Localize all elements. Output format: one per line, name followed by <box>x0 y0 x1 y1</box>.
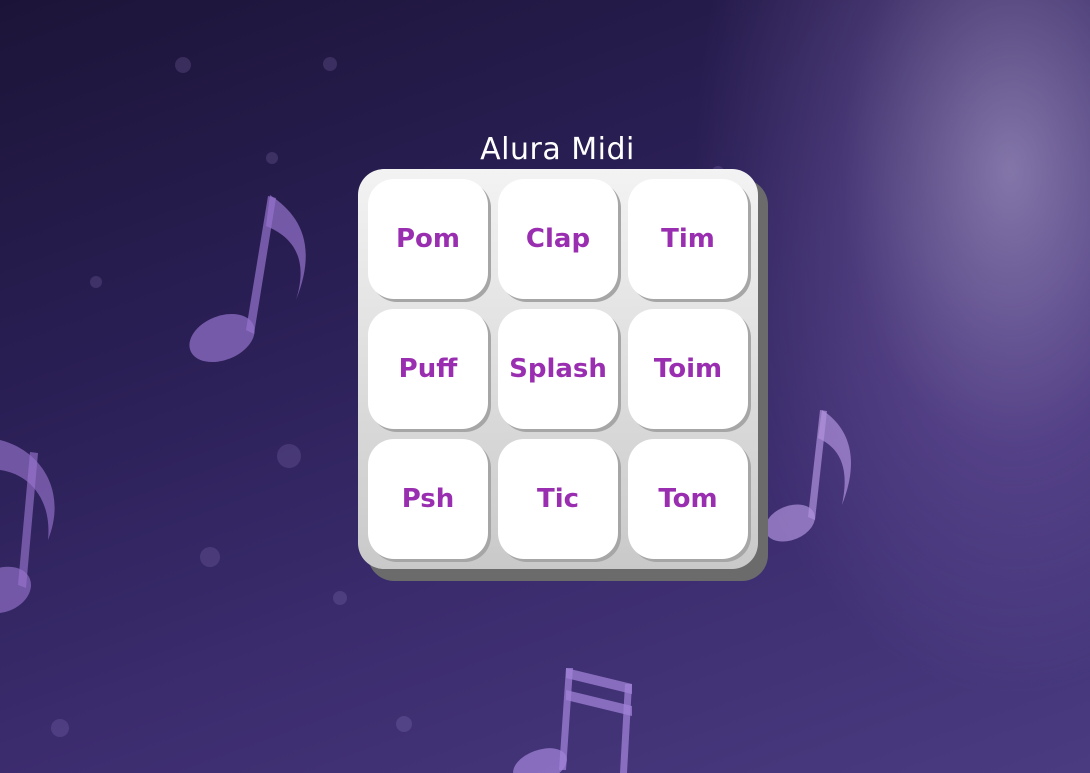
key-pom-button[interactable]: Pom <box>368 179 488 299</box>
key-tom-button[interactable]: Tom <box>628 439 748 559</box>
key-psh-button[interactable]: Psh <box>368 439 488 559</box>
key-tic-button[interactable]: Tic <box>498 439 618 559</box>
key-splash-button[interactable]: Splash <box>498 309 618 429</box>
music-note-icon <box>513 668 632 773</box>
music-note-icon <box>0 440 55 614</box>
key-tim-button[interactable]: Tim <box>628 179 748 299</box>
key-puff-button[interactable]: Puff <box>368 309 488 429</box>
key-toim-button[interactable]: Toim <box>628 309 748 429</box>
app-title: Alura Midi <box>480 132 635 168</box>
keypad: Pom Clap Tim Puff Splash Toim Psh Tic To… <box>358 169 758 569</box>
music-note-icon <box>765 410 852 542</box>
music-note-icon <box>189 195 306 363</box>
key-clap-button[interactable]: Clap <box>498 179 618 299</box>
